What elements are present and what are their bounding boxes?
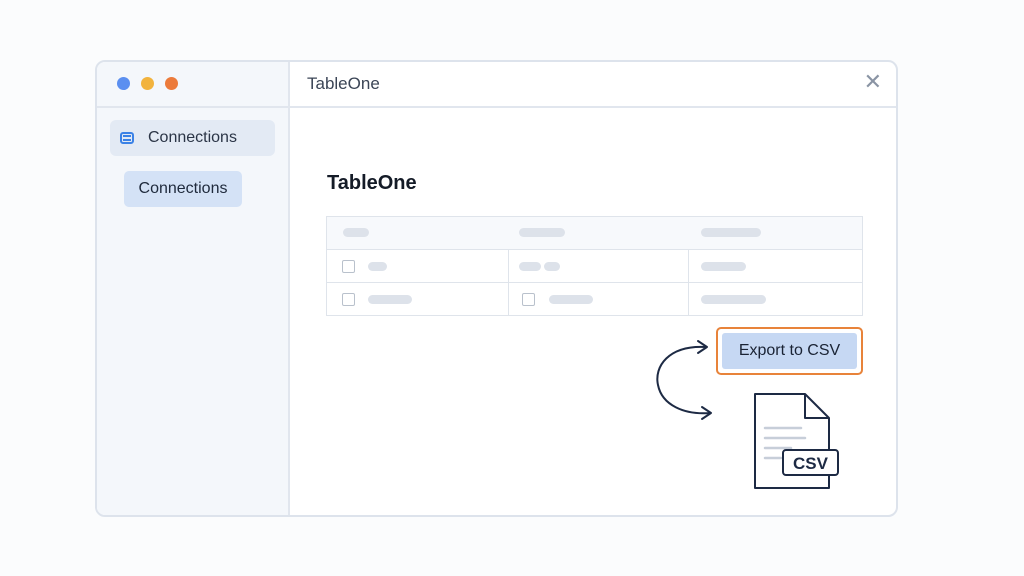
table-row[interactable] — [327, 250, 862, 283]
column-header-placeholder — [519, 228, 565, 237]
csv-badge-label: CSV — [793, 454, 829, 473]
window-title: TableOne — [307, 74, 380, 93]
row-checkbox[interactable] — [342, 260, 355, 273]
cell-placeholder — [701, 295, 766, 304]
sidebar-divider — [97, 106, 290, 108]
window-minimize-dot[interactable] — [141, 77, 154, 90]
column-header-placeholder — [343, 228, 369, 237]
row-checkbox[interactable] — [522, 293, 535, 306]
window-controls — [117, 77, 178, 90]
export-button-label: Export to CSV — [722, 333, 857, 369]
cell-placeholder — [519, 262, 541, 271]
app-window: Connections Connections TableOne ✕ Table… — [95, 60, 898, 517]
window-maximize-dot[interactable] — [165, 77, 178, 90]
table-row[interactable] — [327, 283, 862, 316]
close-icon[interactable]: ✕ — [864, 71, 882, 93]
window-close-dot[interactable] — [117, 77, 130, 90]
table-header-row — [327, 217, 862, 250]
sidebar-item-connections[interactable]: Connections — [110, 120, 275, 156]
csv-file-icon: CSV — [754, 393, 839, 489]
title-bar: TableOne ✕ — [290, 62, 896, 108]
export-to-csv-button[interactable]: Export to CSV — [716, 327, 863, 375]
database-icon — [120, 132, 134, 144]
sidebar-subitem-connections[interactable]: Connections — [124, 171, 242, 207]
sidebar-item-label: Connections — [148, 129, 237, 146]
export-flow-arrow-icon — [656, 340, 712, 420]
data-table — [326, 216, 863, 316]
cell-placeholder — [368, 262, 387, 271]
sidebar: Connections Connections — [97, 62, 290, 515]
row-checkbox[interactable] — [342, 293, 355, 306]
cell-placeholder — [701, 262, 746, 271]
column-header-placeholder — [701, 228, 761, 237]
cell-placeholder — [544, 262, 560, 271]
cell-placeholder — [549, 295, 593, 304]
page-title: TableOne — [327, 172, 417, 194]
cell-placeholder — [368, 295, 412, 304]
